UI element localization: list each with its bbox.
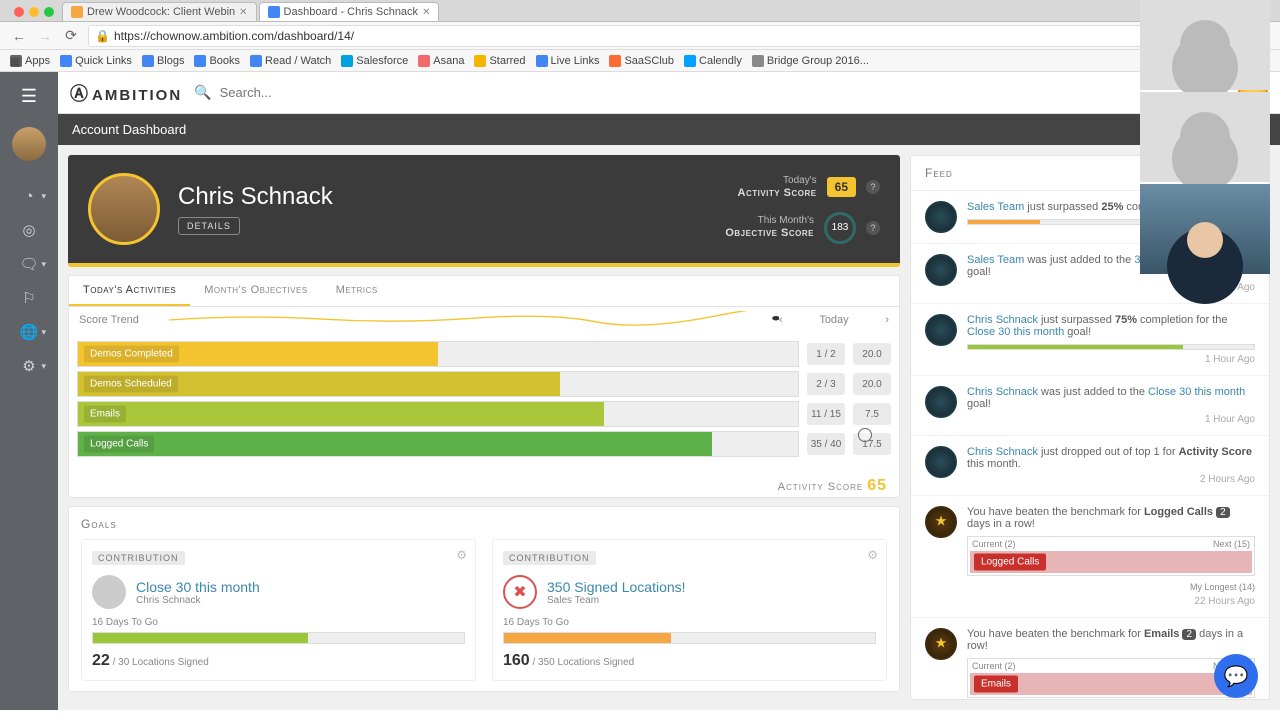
browser-tab-1[interactable]: Dashboard - Chris Schnack✕: [259, 2, 440, 21]
metric-row[interactable]: Logged Calls35 / 4017.5: [77, 431, 891, 457]
close-icon[interactable]: ✕: [422, 7, 430, 18]
tab-metrics[interactable]: Metrics: [322, 276, 392, 306]
goal-title[interactable]: Close 30 this month: [136, 579, 260, 595]
forward-button[interactable]: →: [36, 27, 54, 45]
app-logo: AMBITION: [70, 80, 182, 106]
nav-flag-icon[interactable]: ⚐: [10, 283, 48, 313]
goals-card: Goals CONTRIBUTION⚙ Close 30 this monthC…: [68, 506, 900, 692]
feed-item: You have beaten the benchmark for Logged…: [911, 496, 1269, 618]
bookmark[interactable]: Quick Links: [60, 55, 132, 67]
profile-hero: Chris Schnack DETAILS Today'sActivity Sc…: [68, 155, 900, 267]
bookmark[interactable]: Read / Watch: [250, 55, 331, 67]
goals-title: Goals: [81, 517, 887, 531]
goal-card: CONTRIBUTION⚙ ✖350 Signed Locations!Sale…: [492, 539, 887, 681]
nav-globe-icon[interactable]: 🌐▾: [10, 317, 48, 347]
help-icon[interactable]: ?: [866, 221, 880, 235]
hamburger-icon[interactable]: ☰: [21, 78, 37, 117]
goal-title[interactable]: 350 Signed Locations!: [547, 579, 686, 595]
chat-fab[interactable]: 💬: [1214, 654, 1258, 698]
bookmark-apps[interactable]: ▦Apps: [10, 55, 50, 67]
objective-score-ring: 183: [824, 212, 856, 244]
browser-tab-0[interactable]: Drew Woodcock: Client Webin✕: [62, 2, 257, 21]
feed-item: Chris Schnack just dropped out of top 1 …: [911, 436, 1269, 496]
nav-chat-icon[interactable]: 🗨▾: [10, 249, 48, 279]
sidebar-nav: ☰ ◔▾ ◎ 🗨▾ ⚐ 🌐▾ ⚙▾: [0, 72, 58, 710]
help-icon[interactable]: ?: [866, 180, 880, 194]
tab-activities[interactable]: Today's Activities: [69, 276, 190, 306]
browser-tabs-bar: Drew Woodcock: Client Webin✕ Dashboard -…: [0, 0, 1280, 22]
trend-prev[interactable]: ‹: [779, 314, 783, 326]
gear-icon[interactable]: ⚙: [456, 548, 467, 562]
details-button[interactable]: DETAILS: [178, 217, 240, 235]
bookmark[interactable]: Bridge Group 2016...: [752, 55, 869, 67]
participant-placeholder: [1140, 0, 1270, 90]
participant-placeholder: [1140, 92, 1270, 182]
tab-objectives[interactable]: Month's Objectives: [190, 276, 321, 306]
activity-score-badge: 65: [827, 177, 856, 197]
feed-item: Chris Schnack was just added to the Clos…: [911, 376, 1269, 436]
metric-row[interactable]: Emails11 / 157.5: [77, 401, 891, 427]
bookmark[interactable]: Starred: [474, 55, 525, 67]
cursor-indicator: [858, 428, 872, 442]
metric-row[interactable]: Demos Completed1 / 220.0: [77, 341, 891, 367]
bookmark[interactable]: SaaSClub: [609, 55, 674, 67]
search-input[interactable]: [220, 85, 396, 100]
search-icon: 🔍: [194, 84, 211, 101]
feed-item: Chris Schnack just surpassed 75% complet…: [911, 304, 1269, 376]
gear-icon[interactable]: ⚙: [867, 548, 878, 562]
reload-button[interactable]: ⟳: [62, 27, 80, 45]
trend-next[interactable]: ›: [885, 314, 889, 326]
profile-name: Chris Schnack: [178, 183, 333, 211]
page-title: Account Dashboard: [58, 114, 1280, 145]
window-controls[interactable]: [10, 7, 60, 21]
bookmark[interactable]: Live Links: [536, 55, 600, 67]
score-trend-chart: [169, 311, 779, 329]
nav-target-icon[interactable]: ◎: [10, 215, 48, 245]
goal-card: CONTRIBUTION⚙ Close 30 this monthChris S…: [81, 539, 476, 681]
bookmark[interactable]: Salesforce: [341, 55, 408, 67]
bookmark[interactable]: Calendly: [684, 55, 742, 67]
activities-card: Today's Activities Month's Objectives Me…: [68, 275, 900, 498]
sidebar-avatar[interactable]: [12, 127, 46, 161]
video-participants: [1140, 0, 1270, 274]
bookmarks-bar: ▦Apps Quick Links Blogs Books Read / Wat…: [0, 50, 1280, 72]
profile-avatar: [88, 173, 160, 245]
activity-total: Activity Score65: [69, 471, 899, 497]
bookmark[interactable]: Blogs: [142, 55, 185, 67]
nav-dashboard-icon[interactable]: ◔▾: [10, 181, 48, 211]
url-input[interactable]: 🔒https://chownow.ambition.com/dashboard/…: [88, 25, 1270, 47]
trend-period: Today: [819, 314, 848, 326]
score-trend-label: Score Trend: [79, 314, 169, 326]
topbar: AMBITION 🔍: [58, 72, 1280, 114]
nav-gear-icon[interactable]: ⚙▾: [10, 351, 48, 381]
bookmark[interactable]: Books: [194, 55, 240, 67]
back-button[interactable]: ←: [10, 27, 28, 45]
bookmark[interactable]: Asana: [418, 55, 464, 67]
address-bar: ← → ⟳ 🔒https://chownow.ambition.com/dash…: [0, 22, 1280, 50]
close-icon[interactable]: ✕: [239, 7, 247, 18]
metric-row[interactable]: Demos Scheduled2 / 320.0: [77, 371, 891, 397]
participant-photo: [1140, 184, 1270, 274]
feed-item: You have beaten the benchmark for Emails…: [911, 618, 1269, 699]
